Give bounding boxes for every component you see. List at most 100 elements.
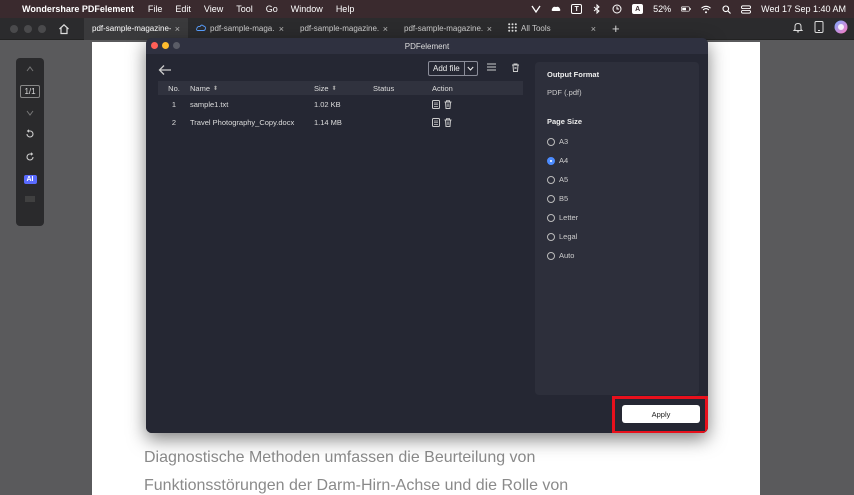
file-settings-icon[interactable] [432, 117, 440, 127]
battery-percent: 52% [653, 4, 672, 14]
radio-label: Letter [559, 213, 579, 222]
radio-button[interactable] [547, 232, 555, 241]
table-row[interactable]: 1 sample1.txt 1.02 KB [158, 95, 523, 113]
text-input-icon[interactable]: T [571, 4, 583, 14]
sort-icon[interactable]: ⬍ [213, 85, 218, 92]
page-size-option-a5[interactable]: A5 [547, 170, 687, 189]
spotlight-search-icon[interactable] [721, 4, 731, 14]
new-tab-plus-icon[interactable]: + [612, 21, 620, 36]
tab-document-3[interactable]: pdf-sample-magazine... × [292, 18, 396, 40]
menubar-clock[interactable]: Wed 17 Sep 1:40 AM [761, 4, 846, 14]
app-name-menu[interactable]: Wondershare PDFelement [22, 4, 134, 14]
tab-document-2[interactable]: pdf-sample-maga... × [188, 18, 292, 40]
tab-document-1[interactable]: pdf-sample-magazine-3 × [84, 17, 188, 40]
output-format-value: PDF (.pdf) [547, 88, 582, 97]
radio-button[interactable] [547, 175, 555, 184]
radio-button[interactable] [547, 213, 555, 222]
tab-close-icon[interactable]: × [383, 24, 388, 34]
column-header-size-label: Size [314, 83, 329, 93]
control-center-icon[interactable] [741, 4, 752, 14]
page-size-option-b5[interactable]: B5 [547, 189, 687, 208]
menu-go[interactable]: Go [266, 4, 278, 14]
file-size: 1.14 MB [314, 117, 342, 127]
rotate-right-icon[interactable] [25, 152, 35, 165]
table-row[interactable]: 2 Travel Photography_Copy.docx 1.14 MB [158, 113, 523, 131]
column-header-name[interactable]: Name ⬍ [190, 84, 314, 93]
battery-icon[interactable] [681, 4, 691, 14]
menu-tool[interactable]: Tool [236, 4, 253, 14]
document-text-line: Diagnostische Methoden umfassen die Beur… [144, 449, 536, 466]
back-arrow-icon[interactable] [158, 64, 172, 78]
tab-close-icon[interactable]: × [175, 24, 180, 34]
dialog-minimize-button[interactable] [162, 42, 169, 49]
tablet-device-icon[interactable] [814, 21, 824, 36]
column-header-no: No. [168, 83, 180, 93]
column-header-status: Status [373, 83, 395, 93]
page-indicator[interactable]: 1/1 [20, 85, 40, 98]
radio-button[interactable] [547, 137, 555, 146]
tab-close-icon[interactable]: × [591, 24, 596, 34]
output-format-heading: Output Format [547, 70, 600, 79]
radio-button[interactable] [547, 251, 555, 260]
tab-close-icon[interactable]: × [279, 24, 284, 34]
apply-highlight-box: Apply [612, 396, 708, 433]
column-header-action: Action [432, 83, 453, 93]
clear-all-trash-icon[interactable] [511, 63, 520, 75]
ai-assistant-icon[interactable]: AI [23, 175, 37, 184]
bluetooth-icon[interactable] [592, 4, 602, 14]
add-file-button[interactable]: Add file [428, 61, 478, 76]
menu-edit[interactable]: Edit [175, 4, 191, 14]
add-file-label[interactable]: Add file [429, 62, 465, 75]
user-avatar[interactable] [834, 20, 848, 37]
tab-label: All Tools [521, 24, 551, 33]
radio-label: Auto [559, 251, 575, 260]
time-machine-icon[interactable] [612, 4, 622, 14]
tab-label: pdf-sample-maga... [210, 24, 275, 33]
column-header-size[interactable]: Size ⬍ [314, 84, 373, 93]
page-down-icon[interactable] [26, 108, 34, 119]
menu-file[interactable]: File [148, 4, 163, 14]
rotate-left-icon[interactable] [25, 129, 35, 142]
left-toolbar: 1/1 AI [16, 58, 44, 226]
minimize-window-button[interactable] [24, 24, 32, 33]
apply-button[interactable]: Apply [622, 405, 700, 423]
notification-bell-icon[interactable] [792, 21, 804, 36]
radio-button[interactable] [547, 194, 555, 203]
radio-label: Legal [559, 232, 578, 241]
list-view-icon[interactable] [487, 63, 496, 74]
dialog-close-button[interactable] [151, 42, 158, 49]
sort-icon[interactable]: ⬍ [332, 85, 337, 92]
menu-help[interactable]: Help [336, 4, 355, 14]
tab-close-icon[interactable]: × [487, 24, 492, 34]
radio-label: A4 [559, 156, 569, 165]
delete-trash-icon[interactable] [444, 117, 452, 127]
batch-convert-dialog: PDFelement Add file No. Name ⬍ Size ⬍ St… [146, 38, 708, 433]
page-size-option-a3[interactable]: A3 [547, 132, 687, 151]
zoom-window-button[interactable] [38, 24, 46, 33]
column-header-name-label: Name [190, 83, 211, 93]
cloud-sync-icon[interactable] [551, 4, 561, 14]
delete-trash-icon[interactable] [444, 99, 452, 109]
creative-cloud-icon[interactable] [531, 4, 541, 14]
menu-window[interactable]: Window [291, 4, 323, 14]
tab-bar: pdf-sample-magazine-3 × pdf-sample-maga.… [0, 17, 854, 40]
dialog-zoom-button[interactable] [173, 42, 180, 49]
wifi-icon[interactable] [701, 4, 711, 14]
add-file-dropdown-icon[interactable] [465, 66, 477, 71]
input-source-icon[interactable]: A [632, 4, 644, 14]
page-size-option-letter[interactable]: Letter [547, 208, 687, 227]
page-size-option-legal[interactable]: Legal [547, 227, 687, 246]
radio-button-selected[interactable] [547, 156, 555, 165]
page-up-icon[interactable] [26, 64, 34, 75]
tab-all-tools[interactable]: All Tools × [500, 18, 604, 40]
close-window-button[interactable] [10, 24, 18, 33]
page-size-option-auto[interactable]: Auto [547, 246, 687, 265]
row-number: 1 [171, 99, 177, 109]
page-size-option-a4[interactable]: A4 [547, 151, 687, 170]
menu-view[interactable]: View [204, 4, 223, 14]
home-icon[interactable] [56, 21, 72, 37]
file-settings-icon[interactable] [432, 99, 440, 109]
panel-menu-icon[interactable] [25, 194, 35, 205]
file-name: sample1.txt [190, 99, 229, 109]
tab-document-4[interactable]: pdf-sample-magazine... × [396, 18, 500, 40]
